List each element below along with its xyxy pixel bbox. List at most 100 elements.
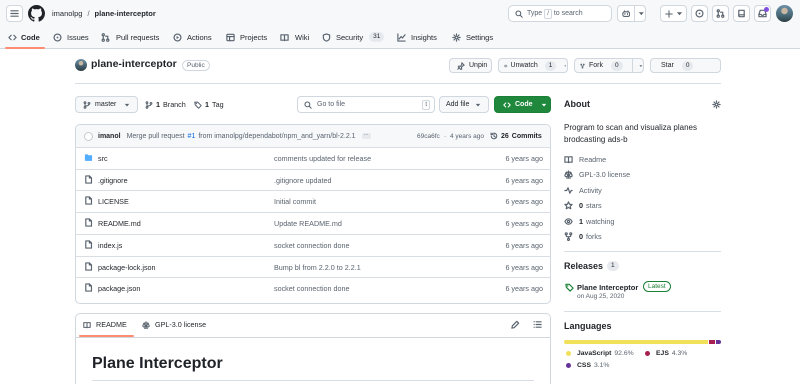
file-row[interactable]: README.md Update README.md 6 years ago xyxy=(75,212,551,234)
file-commit-message[interactable]: .gitignore updated xyxy=(274,176,332,185)
releases-count: 1 xyxy=(607,261,619,271)
visibility-badge: Public xyxy=(182,60,210,71)
file-commit-message[interactable]: Initial commit xyxy=(274,197,316,206)
about-forks-link[interactable]: 0 forks xyxy=(564,232,602,241)
branch-selector[interactable]: master xyxy=(75,96,138,113)
notifications-button[interactable] xyxy=(754,5,771,22)
language-item-ejs[interactable]: EJS 4.3% xyxy=(645,350,687,357)
file-name-link[interactable]: package-lock.json xyxy=(98,263,156,272)
language-color-dot xyxy=(645,351,650,356)
commit-message-prefix[interactable]: Merge pull request xyxy=(127,133,185,140)
unwatch-button[interactable]: Unwatch 1 xyxy=(498,58,568,73)
file-commit-message[interactable]: socket connection done xyxy=(274,241,350,250)
file-row[interactable]: LICENSE Initial commit 6 years ago xyxy=(75,190,551,212)
license-tab[interactable]: GPL-3.0 license xyxy=(142,320,206,329)
language-item-css[interactable]: CSS 3.1% xyxy=(566,362,609,369)
github-logo-icon[interactable] xyxy=(28,5,45,22)
file-row[interactable]: index.js socket connection done 6 years ag… xyxy=(75,233,551,256)
readme-tab[interactable]: README xyxy=(83,320,127,329)
play-icon xyxy=(173,32,182,42)
tab-security[interactable]: Security 31 xyxy=(322,31,385,43)
tab-actions[interactable]: Actions xyxy=(173,31,212,43)
tab-issues[interactable]: Issues xyxy=(53,31,89,43)
file-icon xyxy=(85,196,93,206)
file-name-link[interactable]: index.js xyxy=(98,241,122,250)
book-icon xyxy=(564,156,573,164)
watch-count: 1 xyxy=(544,60,557,71)
file-name-link[interactable]: package.json xyxy=(98,284,140,293)
book-icon xyxy=(280,33,289,41)
commit-message-suffix[interactable]: from imanolpg/dependabot/npm_and_yarn/bl… xyxy=(198,133,355,140)
tab-projects[interactable]: Projects xyxy=(226,31,267,43)
language-item-javascript[interactable]: JavaScript 92.6% xyxy=(566,350,634,357)
commit-author-avatar[interactable] xyxy=(84,131,93,141)
chevron-down-icon xyxy=(564,65,567,67)
about-readme-link[interactable]: Readme xyxy=(564,155,606,164)
branches-link[interactable]: 1 Branch xyxy=(145,100,186,109)
unpin-button[interactable]: Unpin xyxy=(449,58,492,73)
menu-button[interactable] xyxy=(6,5,23,22)
readme-title-rule xyxy=(92,380,534,381)
repo-title[interactable]: plane-interceptor xyxy=(91,58,177,70)
readme-title: Plane Interceptor xyxy=(92,355,223,372)
latest-badge: Latest xyxy=(643,281,671,292)
file-name-link[interactable]: .gitignore xyxy=(98,176,128,185)
commit-sha[interactable]: 69ca6fc xyxy=(417,133,440,140)
avatar[interactable] xyxy=(776,5,793,22)
star-button[interactable]: Star 0 xyxy=(650,58,721,73)
about-activity-link[interactable]: Activity xyxy=(564,186,602,195)
outline-icon[interactable] xyxy=(533,320,542,329)
chevron-down-icon xyxy=(541,103,546,106)
file-name-link[interactable]: LICENSE xyxy=(98,197,129,206)
file-row[interactable]: src comments updated for release 6 years a… xyxy=(75,147,551,169)
file-row[interactable]: package-lock.json Bump bl from 2.2.0 to 2… xyxy=(75,255,551,278)
code-button[interactable]: Code xyxy=(494,96,551,113)
file-name-link[interactable]: README.md xyxy=(98,219,141,228)
add-file-button[interactable]: Add file xyxy=(439,96,489,113)
tags-link[interactable]: 1 Tag xyxy=(194,100,224,109)
file-commit-message[interactable]: socket connection done xyxy=(274,284,350,293)
commit-expand-button[interactable]: ··· xyxy=(361,133,371,139)
release-name[interactable]: Plane Interceptor xyxy=(577,283,638,292)
tab-pull-requests[interactable]: Pull requests xyxy=(101,31,159,43)
search-icon xyxy=(304,100,312,109)
law-icon xyxy=(564,170,573,179)
repo-icon xyxy=(738,9,745,18)
releases-heading[interactable]: Releases 1 xyxy=(564,261,619,271)
create-new-button[interactable] xyxy=(660,5,687,22)
copilot-button[interactable] xyxy=(617,5,646,22)
file-commit-message[interactable]: Update README.md xyxy=(274,219,342,228)
commits-history-link[interactable]: 26 Commits xyxy=(490,132,542,140)
release-date: on Aug 25, 2020 xyxy=(577,293,625,300)
repositories-shortcut-button[interactable] xyxy=(733,5,750,22)
tab-settings[interactable]: Settings xyxy=(452,31,493,43)
breadcrumb-separator: / xyxy=(87,9,90,18)
commit-pr-link[interactable]: #1 xyxy=(188,133,196,140)
file-row[interactable]: .gitignore .gitignore updated 6 years ago xyxy=(75,168,551,191)
about-watching-link[interactable]: 1 watching xyxy=(564,217,614,226)
about-stars-link[interactable]: 0 stars xyxy=(564,201,602,210)
edit-icon[interactable] xyxy=(511,320,520,329)
repo-owner-avatar[interactable] xyxy=(75,59,87,71)
file-age: 6 years ago xyxy=(505,175,543,185)
go-to-file-input[interactable]: Go to file t xyxy=(297,96,435,113)
file-row[interactable]: package.json socket connection done 6 year… xyxy=(75,277,551,299)
gear-icon[interactable] xyxy=(712,100,721,109)
tab-code[interactable]: Code xyxy=(8,31,40,43)
repo-link[interactable]: plane-interceptor xyxy=(95,9,156,18)
owner-link[interactable]: imanolpg xyxy=(52,9,82,18)
about-license-link[interactable]: GPL-3.0 license xyxy=(564,170,630,179)
language-bar-segment xyxy=(708,340,716,344)
file-name-link[interactable]: src xyxy=(98,154,108,163)
pull-requests-shortcut-button[interactable] xyxy=(712,5,729,22)
tab-insights[interactable]: Insights xyxy=(397,31,437,43)
search-input[interactable]: Type / to search xyxy=(508,5,612,22)
fork-button[interactable]: Fork 0 xyxy=(574,58,644,73)
commit-author[interactable]: imanol xyxy=(98,133,121,140)
issues-shortcut-button[interactable] xyxy=(691,5,708,22)
tab-wiki[interactable]: Wiki xyxy=(280,31,309,43)
tag-icon xyxy=(194,101,202,109)
file-commit-message[interactable]: Bump bl from 2.2.0 to 2.2.1 xyxy=(274,263,361,272)
file-age: 6 years ago xyxy=(505,262,543,272)
file-commit-message[interactable]: comments updated for release xyxy=(274,154,371,163)
